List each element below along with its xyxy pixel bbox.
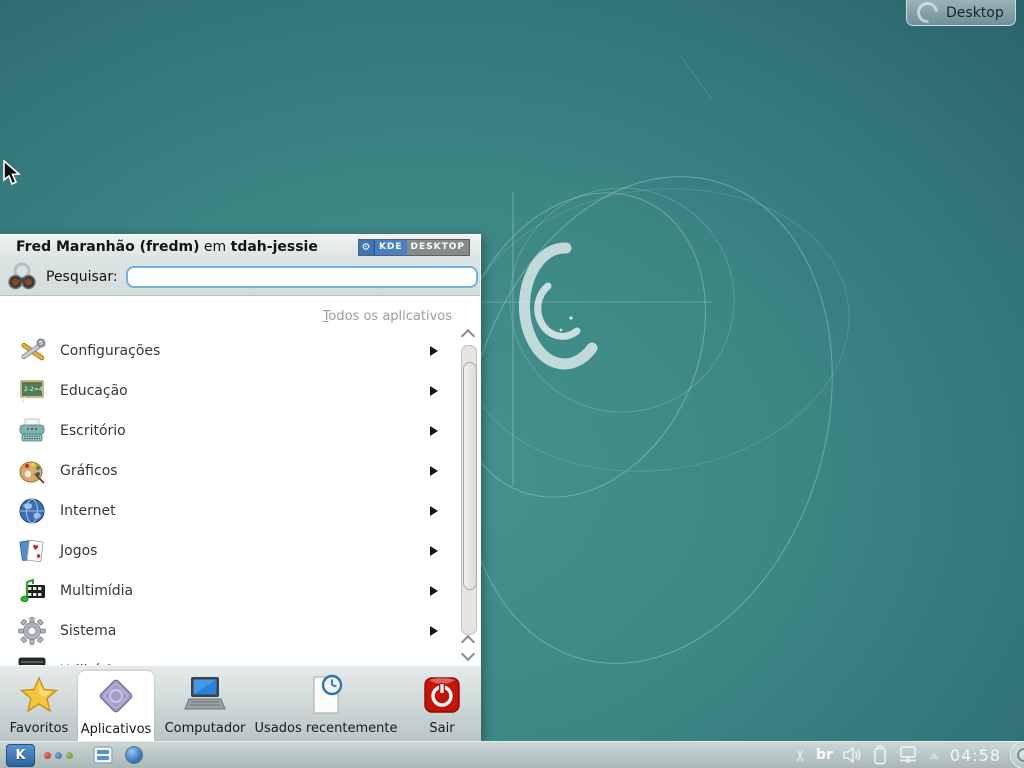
kde-desktop-badge: ⚙ KDE DESKTOP [358, 239, 470, 256]
desktop-badge-text: DESKTOP [407, 240, 469, 255]
menu-item-jogos[interactable]: ♥ ♦ Jogos [0, 531, 460, 571]
desktop-toolbox[interactable]: Desktop [906, 0, 1016, 26]
keyboard-layout-indicator[interactable]: br [816, 747, 833, 763]
kickoff-header: Fred Maranhão (fredm) em tdah-jessie ⚙ K… [0, 235, 480, 259]
submenu-arrow-icon [430, 346, 438, 356]
menu-item-label: Configurações [60, 343, 160, 359]
device-notifier-icon[interactable] [896, 745, 920, 765]
desktop-toolbox-label: Desktop [946, 5, 1004, 21]
scrollbar[interactable] [460, 331, 476, 665]
mouse-cursor [2, 160, 24, 186]
kde-kickoff-launcher-button[interactable]: K [6, 744, 35, 767]
menu-item-label: Gráficos [60, 463, 118, 479]
battery-icon[interactable] [873, 745, 887, 765]
applications-diamond-icon [94, 672, 138, 720]
kde-gear-icon: ⚙ [359, 240, 375, 255]
menu-item-label: Internet [60, 503, 116, 519]
submenu-arrow-icon [430, 466, 438, 476]
host-name: tdah-jessie [231, 239, 318, 255]
svg-text:♦: ♦ [35, 552, 42, 561]
green-dot-icon [66, 752, 73, 759]
tab-favoritos[interactable]: Favoritos [0, 666, 78, 742]
menu-item-label: Sistema [60, 623, 116, 639]
menu-item-configuracoes[interactable]: Configurações [0, 331, 460, 371]
submenu-arrow-icon [430, 626, 438, 636]
kickoff-launcher: Fred Maranhão (fredm) em tdah-jessie ⚙ K… [0, 234, 481, 741]
digital-clock[interactable]: 04:58 [950, 746, 1001, 765]
tab-computador[interactable]: Computador [154, 666, 256, 742]
tab-label: Aplicativos [81, 722, 152, 737]
kickoff-tab-bar: Favoritos Aplicativos [0, 665, 481, 742]
graphics-icon [16, 455, 48, 487]
submenu-arrow-icon [430, 426, 438, 436]
menu-item-label: Multimídia [60, 583, 133, 599]
menu-item-label: Jogos [60, 543, 97, 559]
education-icon: 2-2=4 [16, 375, 48, 407]
tab-label: Computador [165, 721, 246, 736]
internet-icon [16, 495, 48, 527]
blue-dot-icon [55, 752, 62, 759]
plasma-toolbox-icon[interactable] [1010, 741, 1024, 768]
svg-text:2-2=4: 2-2=4 [24, 386, 43, 393]
search-label: Pesquisar: [46, 269, 118, 285]
scrollbar-track[interactable] [461, 345, 477, 635]
pager-icon[interactable] [93, 746, 113, 764]
tab-label: Sair [429, 721, 454, 736]
menu-item-educacao[interactable]: 2-2=4 Educação [0, 371, 460, 411]
system-gear-icon [16, 615, 48, 647]
scroll-down-icon[interactable] [461, 647, 475, 661]
search-input[interactable] [126, 266, 478, 288]
kickoff-application-list: Todos os aplicativos Configurações [0, 297, 460, 665]
submenu-arrow-icon [430, 546, 438, 556]
menu-item-label: Escritório [60, 423, 126, 439]
menu-item-internet[interactable]: Internet [0, 491, 460, 531]
connector-text: em [204, 239, 226, 255]
category-list: Configurações 2-2=4 Educação [0, 331, 460, 665]
menu-item-escritorio[interactable]: Escritório [0, 411, 460, 451]
bottom-panel: K ✂ br [0, 741, 1024, 768]
office-icon [16, 415, 48, 447]
utilities-icon [16, 655, 48, 665]
menu-item-sistema[interactable]: Sistema [0, 611, 460, 651]
activities-icon[interactable] [44, 752, 73, 759]
submenu-arrow-icon [430, 586, 438, 596]
kickoff-search-row: Pesquisar: [0, 259, 480, 296]
blue-ball-icon[interactable] [125, 746, 143, 764]
toolbox-swirl-icon [913, 0, 943, 27]
volume-speaker-icon[interactable] [842, 746, 864, 764]
breadcrumb-all-applications[interactable]: Todos os aplicativos [0, 297, 460, 324]
scroll-up-icon[interactable] [461, 329, 475, 343]
tab-usados-recentemente[interactable]: Usados recentemente [256, 666, 396, 742]
menu-item-label: Educação [60, 383, 128, 399]
user-host-label: Fred Maranhão (fredm) em tdah-jessie [16, 239, 318, 255]
user-name: Fred Maranhão (fredm) [16, 239, 199, 255]
star-icon [18, 671, 60, 719]
tab-aplicativos[interactable]: Aplicativos [78, 671, 154, 743]
binoculars-search-icon [6, 261, 38, 293]
settings-icon [16, 335, 48, 367]
tab-label: Favoritos [10, 721, 69, 736]
kde-badge-text: KDE [375, 240, 407, 255]
multimedia-icon [16, 575, 48, 607]
recent-documents-icon [304, 671, 348, 719]
leave-power-icon [421, 671, 463, 719]
menu-item-utilitarios[interactable]: Utilitários [0, 651, 460, 665]
scrollbar-thumb[interactable] [463, 362, 477, 590]
tab-sair[interactable]: Sair [410, 666, 474, 742]
desktop: Desktop Fred Maranhão (fredm) em tdah-je… [0, 0, 1024, 768]
red-dot-icon [44, 752, 51, 759]
menu-item-multimidia[interactable]: Multimídia [0, 571, 460, 611]
tab-label: Usados recentemente [255, 721, 398, 736]
submenu-arrow-icon [430, 386, 438, 396]
tray-expander-icon[interactable] [929, 752, 939, 759]
submenu-arrow-icon [430, 506, 438, 516]
menu-item-graficos[interactable]: Gráficos [0, 451, 460, 491]
computer-icon [181, 671, 229, 719]
games-icon: ♥ ♦ [16, 535, 48, 567]
klipper-scissors-icon[interactable]: ✂ [791, 748, 810, 761]
